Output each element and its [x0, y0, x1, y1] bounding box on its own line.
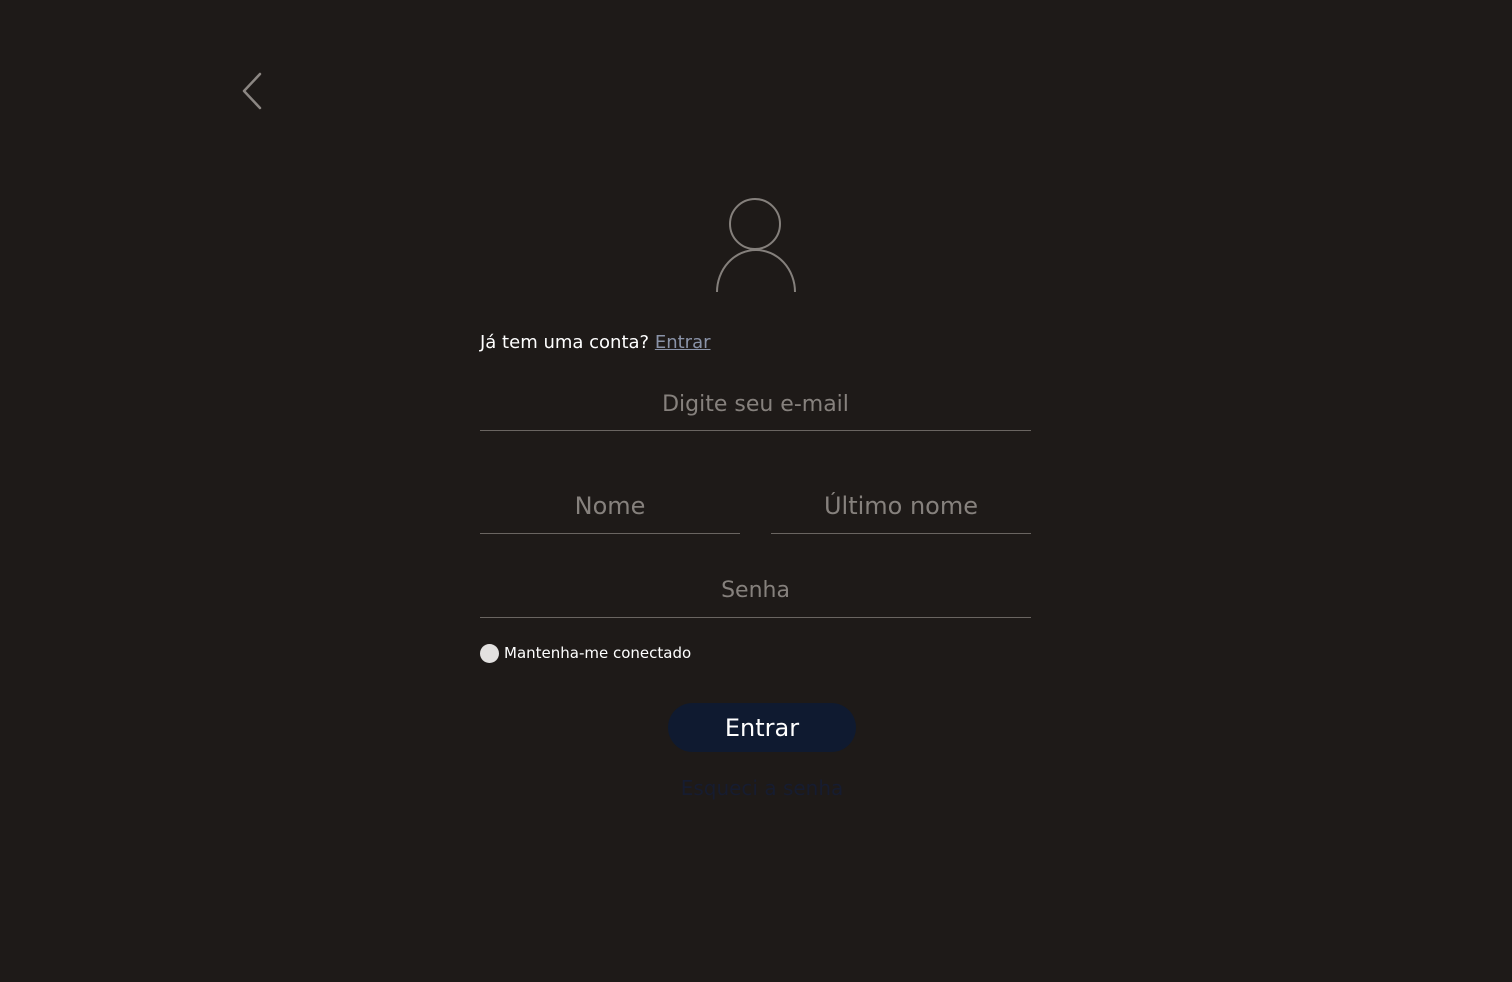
forgot-password-link[interactable]: Esqueci a senha [662, 776, 862, 800]
submit-button[interactable]: Entrar [668, 703, 856, 752]
signin-prompt: Já tem uma conta? Entrar [480, 332, 711, 353]
signin-link[interactable]: Entrar [655, 332, 711, 353]
first-name-field[interactable] [480, 478, 740, 534]
email-field[interactable] [480, 378, 1031, 431]
remember-me-label: Mantenha-me conectado [504, 644, 692, 662]
back-button[interactable] [232, 68, 272, 114]
user-icon [716, 198, 796, 293]
remember-me-option[interactable]: Mantenha-me conectado [480, 643, 691, 663]
chevron-left-icon [242, 72, 262, 110]
signin-prompt-text: Já tem uma conta? [480, 332, 650, 353]
remember-me-radio[interactable] [480, 643, 499, 663]
last-name-field[interactable] [771, 478, 1031, 534]
password-field[interactable] [480, 564, 1031, 618]
